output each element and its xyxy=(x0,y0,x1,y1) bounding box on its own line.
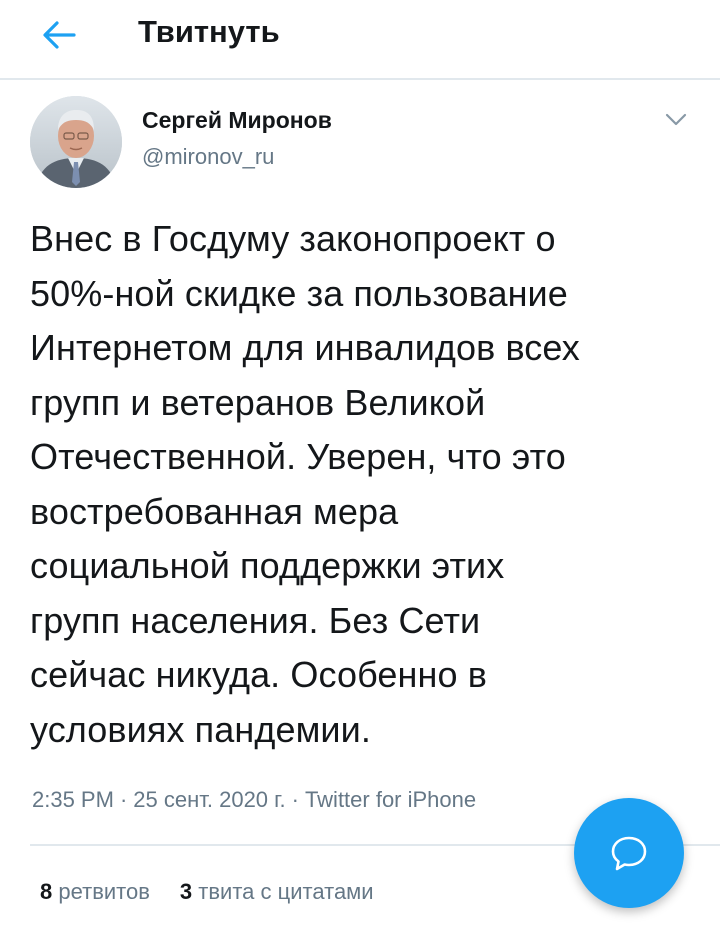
tweet-time: 2:35 PM xyxy=(32,787,114,812)
tweet-date: 25 сент. 2020 г. xyxy=(133,787,286,812)
meta-separator: · xyxy=(119,787,128,812)
retweets-count: 8 xyxy=(40,879,53,904)
tweet-source[interactable]: Twitter for iPhone xyxy=(305,787,476,812)
avatar-photo xyxy=(30,96,122,188)
compose-reply-icon xyxy=(611,836,647,871)
compose-fab-button[interactable] xyxy=(574,798,684,908)
retweets-stat[interactable]: 8 ретвитов xyxy=(40,874,150,910)
chevron-down-icon xyxy=(665,113,687,126)
quotes-stat[interactable]: 3 твита с цитатами xyxy=(180,874,374,910)
quotes-label: твита с цитатами xyxy=(198,879,374,904)
tweet-stats: 8 ретвитов 3 твита с цитатами xyxy=(40,874,374,910)
tweet-detail-screen: Твитнуть Сергей Миронов @mironov_ru Внес… xyxy=(0,0,720,932)
author-handle[interactable]: @mironov_ru xyxy=(142,142,274,172)
back-button[interactable] xyxy=(36,12,82,58)
quotes-count: 3 xyxy=(179,879,193,904)
author-name[interactable]: Сергей Миронов xyxy=(142,105,332,135)
tweet-meta: 2:35 PM · 25 сент. 2020 г. · Twitter for iPh… xyxy=(32,782,672,818)
retweets-label: ретвитов xyxy=(58,879,150,904)
page-title: Твитнуть xyxy=(138,14,280,49)
tweet-menu-button[interactable] xyxy=(660,104,692,136)
avatar[interactable] xyxy=(30,96,122,188)
meta-separator: · xyxy=(291,787,299,812)
top-app-bar: Твитнуть xyxy=(0,0,720,80)
tweet-text: Внес в Госдуму законопроект о 50%-ной ск… xyxy=(30,218,580,750)
arrow-left-icon xyxy=(43,21,76,49)
